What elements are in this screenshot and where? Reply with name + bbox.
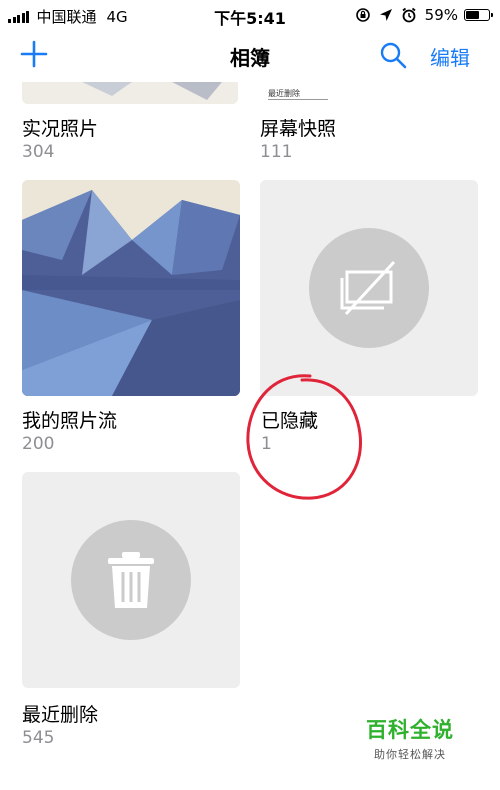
page-title: 相簿 [230, 46, 270, 70]
thumbnail-mini-label: 最近删除 [268, 89, 300, 98]
status-bar: 中国联通 4G 下午5:41 59% [0, 0, 500, 30]
battery-fill [466, 11, 479, 19]
album-count-recently-deleted: 545 [22, 728, 55, 748]
location-icon [379, 8, 393, 22]
annotation-circle [246, 374, 363, 500]
battery-percent: 59% [424, 6, 458, 24]
edit-button[interactable]: 编辑 [430, 42, 470, 71]
hidden-placeholder [309, 228, 429, 348]
hidden-album-icon [340, 260, 396, 316]
recently-deleted-placeholder [71, 520, 191, 640]
album-thumbnail-screenshots[interactable]: 最近删除 [260, 82, 478, 104]
search-button[interactable] [378, 40, 408, 70]
nav-bar: 相簿 编辑 [0, 30, 500, 82]
trash-icon [108, 552, 154, 608]
alarm-icon [401, 7, 417, 23]
photo-stream-image [22, 180, 240, 396]
album-thumbnail-hidden[interactable] [260, 180, 478, 396]
search-icon [380, 42, 407, 69]
album-title-recently-deleted[interactable]: 最近删除 [22, 700, 98, 727]
album-count-screenshots: 111 [260, 142, 293, 162]
album-title-screenshots[interactable]: 屏幕快照 [260, 114, 336, 141]
watermark-title: 百科全说 [366, 718, 454, 742]
watermark-subtitle: 助你轻松解决 [374, 748, 446, 761]
status-right: 59% [347, 6, 493, 24]
album-count-photo-stream: 200 [22, 434, 55, 454]
album-thumbnail-live-photos[interactable] [22, 82, 238, 104]
battery-icon [464, 9, 493, 21]
orientation-lock-icon [355, 7, 371, 23]
album-title-photo-stream[interactable]: 我的照片流 [22, 406, 117, 433]
album-title-live-photos[interactable]: 实况照片 [22, 114, 98, 141]
album-thumbnail-photo-stream[interactable] [22, 180, 240, 396]
album-count-live-photos: 304 [22, 142, 55, 162]
watermark-logo: 百科全说 助你轻松解决 [360, 714, 460, 762]
album-thumbnail-recently-deleted[interactable] [22, 472, 240, 688]
